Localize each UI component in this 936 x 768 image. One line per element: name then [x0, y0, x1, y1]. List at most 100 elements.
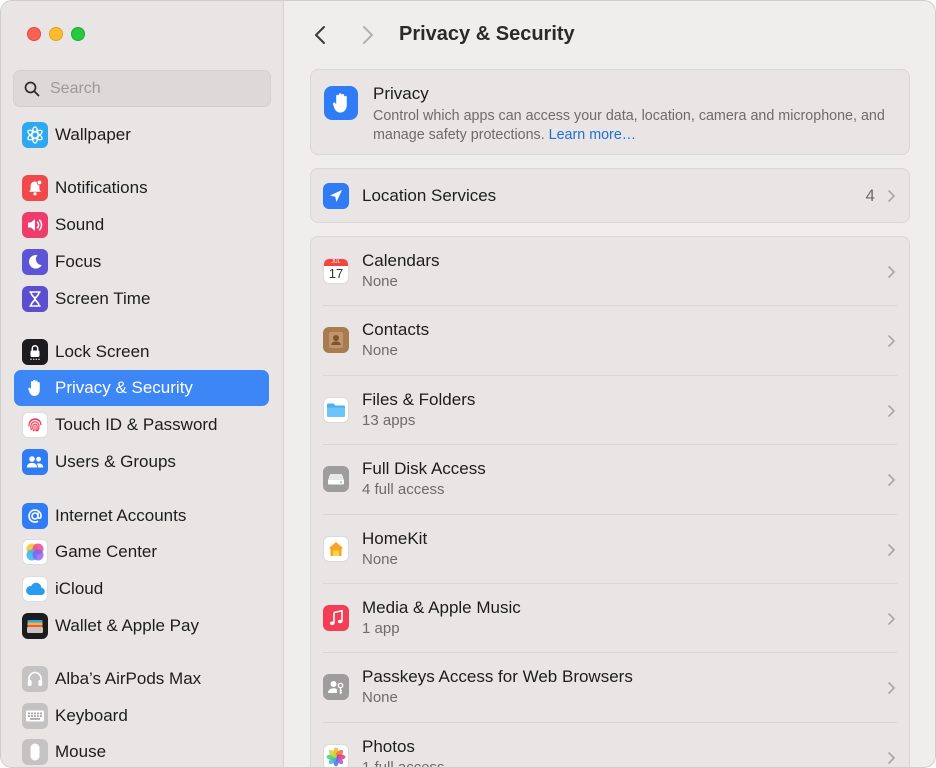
list-item-photos[interactable]: Photos 1 full access: [311, 723, 909, 768]
sidebar-item-focus[interactable]: Focus: [14, 244, 269, 280]
sidebar-item-internet-accounts[interactable]: Internet Accounts: [14, 498, 269, 534]
zoom-window-button[interactable]: [71, 27, 85, 41]
back-button[interactable]: [309, 23, 331, 47]
row-subtitle: None: [362, 342, 398, 360]
sidebar-item-game-center[interactable]: Game Center: [14, 534, 269, 570]
row-subtitle: 4 full access: [362, 481, 445, 499]
wallpaper-icon: [22, 122, 48, 148]
list-item-media-apple-music[interactable]: Media & Apple Music 1 app: [311, 584, 909, 654]
chevron-right-icon: [888, 613, 895, 625]
sidebar-item-mouse[interactable]: Mouse: [14, 734, 269, 767]
sidebar-item-label: Keyboard: [55, 706, 128, 725]
notifications-icon: [22, 175, 48, 201]
list-item-files-folders[interactable]: Files & Folders 13 apps: [311, 376, 909, 446]
location-arrow-icon: [323, 183, 349, 209]
chevron-right-icon: [888, 474, 895, 486]
row-title: HomeKit: [362, 528, 428, 548]
focus-icon: [22, 249, 48, 275]
row-subtitle: None: [362, 550, 398, 568]
game-center-icon: [22, 539, 48, 565]
passkey-icon: [323, 674, 349, 701]
calendar-icon: JUL 17: [323, 258, 349, 284]
row-title: Calendars: [362, 251, 440, 270]
home-icon: [323, 535, 349, 562]
sidebar-item-touch-id[interactable]: Touch ID & Password: [14, 407, 269, 443]
chevron-right-icon: [888, 266, 895, 278]
permissions-list: JUL 17 Calendars None Contacts None File…: [310, 236, 910, 768]
sidebar-item-label: Touch ID & Password: [55, 415, 218, 434]
contacts-icon: [323, 327, 349, 354]
folder-icon: [323, 396, 349, 423]
chevron-right-icon: [888, 751, 895, 764]
sidebar-item-icloud[interactable]: iCloud: [14, 571, 269, 607]
row-subtitle: None: [362, 689, 398, 707]
search-icon: [24, 81, 40, 96]
sidebar-item-screen-time[interactable]: Screen Time: [14, 281, 269, 317]
location-services-row[interactable]: Location Services 4: [310, 168, 910, 223]
chevron-right-icon: [888, 682, 895, 695]
sidebar-item-privacy-security[interactable]: Privacy & Security: [14, 370, 269, 406]
row-title: Full Disk Access: [362, 459, 486, 479]
disk-icon: [323, 466, 349, 493]
sidebar: Wallpaper Notifications Sound: [1, 1, 284, 767]
row-title: Files & Folders: [362, 389, 476, 409]
list-item-calendars[interactable]: JUL 17 Calendars None: [311, 237, 909, 307]
sidebar-item-lock-screen[interactable]: Lock Screen: [14, 334, 269, 370]
minimize-window-button[interactable]: [49, 27, 63, 41]
sidebar-item-wallet[interactable]: Wallet & Apple Pay: [14, 608, 269, 644]
row-subtitle: None: [362, 273, 398, 290]
wallet-icon: [22, 613, 48, 639]
location-services-count: 4: [865, 186, 875, 205]
sidebar-item-wallpaper[interactable]: Wallpaper: [14, 117, 269, 153]
users-icon: [22, 449, 48, 475]
row-title: Contacts: [362, 320, 430, 340]
location-services-label: Location Services: [362, 186, 497, 205]
main-pane: Privacy & Security Privacy Control which…: [285, 1, 935, 768]
music-icon: [323, 605, 349, 631]
window-controls: [27, 27, 85, 41]
chevron-right-icon: [888, 543, 895, 556]
headphones-icon: [22, 666, 48, 692]
search-input[interactable]: [50, 79, 250, 98]
list-item-contacts[interactable]: Contacts None: [311, 306, 909, 376]
list-item-passkeys[interactable]: Passkeys Access for Web Browsers None: [311, 653, 909, 723]
learn-more-link[interactable]: Learn more…: [549, 127, 636, 143]
list-item-homekit[interactable]: HomeKit None: [311, 515, 909, 584]
sidebar-item-label: Privacy & Security: [55, 378, 193, 397]
chevron-right-icon: [888, 404, 895, 417]
sidebar-item-label: Internet Accounts: [55, 506, 187, 525]
sidebar-item-label: Screen Time: [55, 289, 151, 308]
list-item-full-disk-access[interactable]: Full Disk Access 4 full access: [311, 445, 909, 515]
sidebar-item-label: Sound: [55, 215, 105, 234]
lock-screen-icon: [22, 339, 48, 365]
settings-window: Wallpaper Notifications Sound: [0, 0, 936, 768]
sidebar-item-label: Lock Screen: [55, 342, 150, 361]
chevron-right-icon: [888, 190, 895, 202]
row-title: Photos: [362, 736, 415, 756]
sidebar-item-keyboard[interactable]: Keyboard: [14, 698, 269, 734]
sidebar-item-label: Focus: [55, 252, 102, 271]
privacy-hand-icon: [22, 375, 48, 401]
sidebar-item-label: Users & Groups: [55, 452, 176, 471]
row-title: Media & Apple Music: [362, 598, 521, 617]
calendar-month: JUL: [324, 259, 348, 266]
sidebar-item-airpods[interactable]: Alba’s AirPods Max: [14, 661, 269, 697]
privacy-title: Privacy: [373, 84, 429, 103]
sidebar-item-users-groups[interactable]: Users & Groups: [14, 444, 269, 480]
forward-button[interactable]: [357, 23, 379, 47]
close-window-button[interactable]: [27, 27, 41, 41]
keyboard-icon: [22, 703, 48, 729]
sidebar-item-sound[interactable]: Sound: [14, 207, 269, 243]
chevron-left-icon: [315, 26, 325, 44]
sidebar-item-label: Alba’s AirPods Max: [55, 669, 202, 688]
chevron-right-icon: [363, 26, 373, 44]
sidebar-item-label: Game Center: [55, 542, 158, 561]
row-subtitle: 1 full access: [362, 758, 445, 768]
mouse-icon: [22, 739, 48, 765]
privacy-hand-icon: [324, 86, 358, 120]
row-subtitle: 1 app: [362, 620, 400, 637]
sidebar-item-label: iCloud: [55, 579, 104, 598]
search-field[interactable]: [13, 70, 271, 107]
calendar-day: 17: [328, 266, 344, 281]
sidebar-item-notifications[interactable]: Notifications: [14, 170, 269, 206]
